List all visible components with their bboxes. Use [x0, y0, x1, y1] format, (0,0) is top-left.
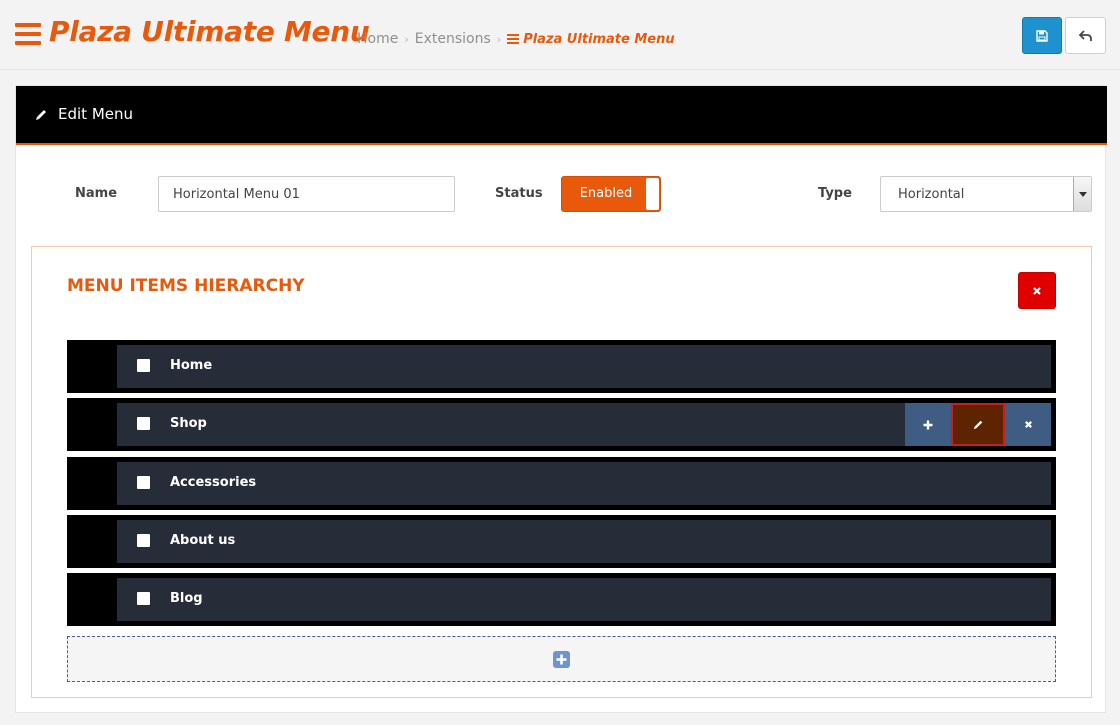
hamburger-icon	[15, 23, 41, 45]
breadcrumb-extensions[interactable]: Extensions	[415, 31, 491, 47]
close-icon	[1024, 421, 1032, 428]
menu-item-bar[interactable]: Blog	[117, 578, 1051, 621]
menu-item-bar[interactable]: Shop	[117, 403, 1051, 446]
pencil-icon	[36, 110, 46, 120]
menu-items-hierarchy: MENU ITEMS HIERARCHY Home Shop Accessori…	[31, 246, 1092, 698]
page-header: Plaza Ultimate Menu Home › Extensions › …	[0, 0, 1120, 70]
back-button[interactable]	[1065, 17, 1106, 54]
menu-item-checkbox[interactable]	[137, 359, 150, 372]
menu-item-actions	[905, 403, 1051, 446]
chevron-right-icon: ›	[496, 32, 502, 46]
add-menu-item-dropzone[interactable]	[67, 636, 1056, 682]
menu-item-checkbox[interactable]	[137, 534, 150, 547]
chevron-right-icon: ›	[404, 32, 409, 46]
save-icon	[1036, 29, 1048, 42]
menu-item-label: Home	[170, 358, 213, 373]
menu-item-row[interactable]: About us	[67, 515, 1056, 568]
save-button[interactable]	[1022, 17, 1062, 54]
edit-item-button[interactable]	[951, 403, 1005, 446]
menu-item-label: Accessories	[170, 475, 257, 490]
menu-item-bar[interactable]: Accessories	[117, 462, 1051, 505]
menu-item-row[interactable]: Blog	[67, 573, 1056, 626]
menu-item-label: Blog	[170, 591, 203, 606]
type-label: Type	[818, 186, 852, 201]
page-title: Plaza Ultimate Menu	[49, 15, 370, 48]
menu-item-bar[interactable]: Home	[117, 345, 1051, 388]
toggle-knob	[646, 178, 659, 210]
remove-all-button[interactable]	[1018, 272, 1056, 309]
menu-item-checkbox[interactable]	[137, 592, 150, 605]
close-icon	[1033, 286, 1041, 295]
breadcrumb-home[interactable]: Home	[357, 31, 398, 47]
status-toggle[interactable]: Enabled	[561, 176, 661, 212]
breadcrumb-current-label: Plaza Ultimate Menu	[523, 31, 675, 47]
panel-heading: Edit Menu	[16, 86, 1107, 145]
panel-title: Edit Menu	[58, 105, 133, 123]
status-label: Status	[495, 186, 543, 201]
menu-item-checkbox[interactable]	[137, 417, 150, 430]
menu-item-row[interactable]: Accessories	[67, 457, 1056, 510]
menu-item-label: Shop	[170, 416, 207, 431]
breadcrumb: Home › Extensions › Plaza Ultimate Menu	[357, 31, 675, 47]
name-input[interactable]	[158, 176, 455, 212]
menu-item-checkbox[interactable]	[137, 476, 150, 489]
hierarchy-title: MENU ITEMS HIERARCHY	[67, 276, 305, 296]
name-label: Name	[75, 186, 118, 201]
status-toggle-label: Enabled	[579, 186, 633, 201]
delete-item-button[interactable]	[1005, 403, 1051, 446]
reply-icon	[1078, 29, 1092, 41]
menu-item-bar[interactable]: About us	[117, 520, 1051, 563]
plus-icon	[923, 420, 933, 429]
pencil-icon	[973, 420, 982, 430]
menu-item-row[interactable]: Home	[67, 340, 1056, 393]
type-select[interactable]: Horizontal	[880, 176, 1092, 212]
type-select-value: Horizontal	[898, 187, 965, 202]
hamburger-icon	[507, 34, 520, 44]
add-subitem-button[interactable]	[905, 403, 951, 446]
breadcrumb-current[interactable]: Plaza Ultimate Menu	[507, 31, 675, 47]
edit-menu-panel: Edit Menu Name Status Enabled Type Horiz…	[15, 85, 1107, 713]
menu-item-row[interactable]: Shop	[67, 398, 1056, 451]
chevron-down-icon[interactable]	[1073, 177, 1091, 211]
plus-square-icon[interactable]	[553, 650, 570, 668]
menu-item-label: About us	[170, 533, 236, 548]
